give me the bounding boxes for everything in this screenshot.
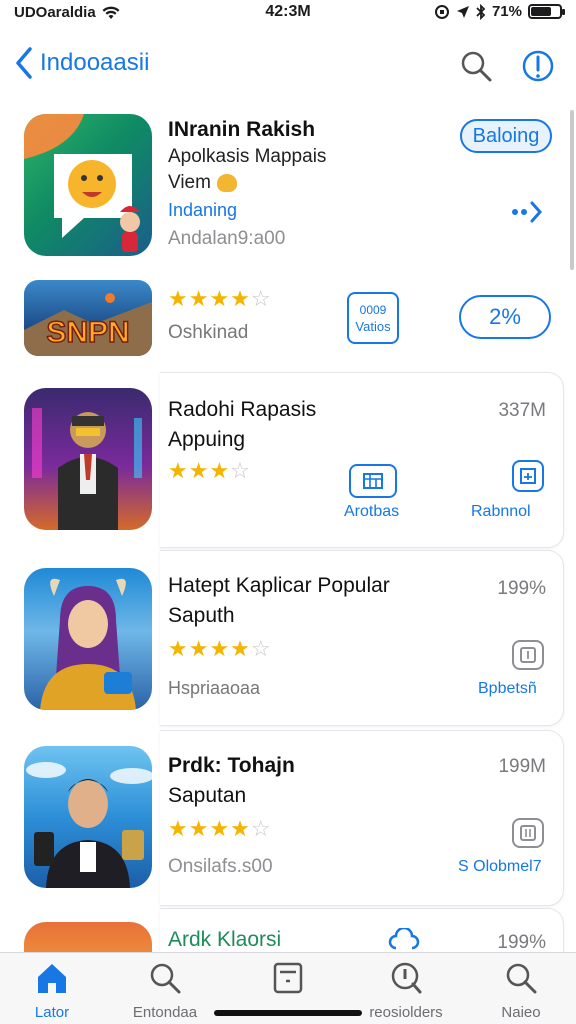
- featured-app-icon: [24, 114, 152, 256]
- tab-search-2[interactable]: Naieo: [466, 961, 576, 1021]
- featured-app[interactable]: INranin Rakish Apolkasis Mappais Viem In…: [0, 112, 576, 262]
- list-item[interactable]: Hatept Kaplicar Popular Saputh ★★★★☆ Hsp…: [0, 550, 576, 728]
- info-icon: [522, 50, 554, 82]
- tab-search[interactable]: Entondaa: [110, 961, 220, 1021]
- more-chevron-icon: [512, 201, 543, 223]
- action-label-1[interactable]: Arotbas: [344, 503, 399, 521]
- banner-mini-button-label: 0009: [359, 302, 387, 317]
- action-button-2[interactable]: [512, 640, 544, 670]
- app-title-line2: Appuing: [168, 428, 246, 451]
- tab-bar: Lator Entondaa reosiolders Naieo: [0, 952, 576, 1024]
- featured-more-button[interactable]: [510, 200, 546, 224]
- app-title-line2: Saputh: [168, 604, 235, 627]
- rating-stars: ★★★☆: [168, 458, 251, 483]
- tab-info[interactable]: reosiolders: [351, 961, 461, 1021]
- hijab-character-icon: [40, 578, 136, 710]
- banner-image: SNPN: [24, 280, 152, 356]
- app-size: 199%: [497, 578, 546, 599]
- action-label-2[interactable]: Bpbetsñ: [478, 680, 537, 698]
- app-size: 337M: [498, 400, 546, 421]
- app-meta: Hspriaaoaa: [168, 678, 261, 698]
- lock-rotation-icon: [434, 4, 449, 19]
- action-label-2[interactable]: S Olobmel7: [458, 858, 542, 876]
- man-phone-icon: [26, 762, 152, 888]
- app-icon: [24, 922, 152, 952]
- banner-mini-button-sub: Vatios: [355, 318, 391, 334]
- banner-mini-button[interactable]: 0009 Vatios: [347, 292, 399, 344]
- chevron-left-icon: [16, 47, 32, 79]
- back-label: Indooaasii: [40, 49, 150, 76]
- action-button-2[interactable]: [512, 818, 544, 848]
- action-button-2[interactable]: [512, 460, 544, 492]
- action-button-1[interactable]: [349, 464, 397, 498]
- character-art-icon: [32, 408, 142, 530]
- search-icon: [150, 963, 181, 994]
- tab-label: Naieo: [501, 1004, 541, 1021]
- featured-meta: Andalan9:a00: [168, 228, 286, 249]
- bluetooth-icon: [476, 3, 486, 20]
- status-bar: UDOaraldia 42:3M 71%: [0, 0, 576, 28]
- featured-title: INranin Rakish: [168, 118, 316, 141]
- banner-stars: ★★★★☆: [168, 286, 272, 311]
- app-meta: Onsilafs.s00: [168, 856, 273, 877]
- banner-logo-text: SNPN: [46, 316, 129, 349]
- rating-stars: ★★★★☆: [168, 816, 272, 841]
- tab-browse[interactable]: [233, 961, 343, 1004]
- list-item[interactable]: Prdk: Tohajn Saputan ★★★★☆ Onsilafs.s00 …: [0, 728, 576, 906]
- search-button[interactable]: [458, 48, 494, 84]
- featured-get-button[interactable]: Baloing: [460, 119, 552, 153]
- nav-bar: Indooaasii: [0, 40, 576, 96]
- featured-subtitle-1: Apolkasis Mappais: [168, 146, 327, 167]
- tab-home[interactable]: Lator: [0, 961, 107, 1021]
- app-title-line1: Radohi Rapasis: [168, 398, 317, 421]
- app-title-line1: Ardk Klaorsi: [168, 928, 282, 951]
- app-icon: [24, 746, 152, 888]
- featured-subtitle-2-wrap: Viem: [168, 172, 237, 194]
- app-title-line2: Saputan: [168, 784, 247, 807]
- banner-row[interactable]: SNPN ★★★★☆ Oshkinad 0009 Vatios 2%: [0, 278, 576, 358]
- document-icon: [520, 647, 536, 663]
- app-title-line1: Hatept Kaplicar Popular: [168, 574, 390, 597]
- banner-label: Oshkinad: [168, 322, 249, 343]
- search-icon: [461, 51, 492, 82]
- app-icon: [24, 568, 152, 710]
- tab-label: Entondaa: [132, 1004, 198, 1021]
- battery-icon: [528, 4, 565, 19]
- home-icon: [38, 964, 66, 993]
- featured-subtitle-2: Viem: [168, 172, 211, 193]
- calendar-icon: [363, 473, 383, 489]
- app-title-line1: Prdk: Tohajn: [168, 754, 295, 777]
- banner-pill-button[interactable]: 2%: [459, 295, 551, 339]
- app-size: 199M: [498, 756, 546, 777]
- battery-percent: 71%: [491, 3, 522, 20]
- back-button[interactable]: Indooaasii: [14, 46, 149, 80]
- home-indicator[interactable]: [214, 1010, 362, 1016]
- rating-stars: ★★★★☆: [168, 636, 272, 661]
- banner-art-icon: SNPN: [24, 293, 152, 356]
- app-icon: [24, 388, 152, 530]
- search-icon: [506, 963, 537, 994]
- list-item[interactable]: Radohi Rapasis Appuing ★★★☆ 337M Arotbas…: [0, 372, 576, 550]
- tab-label: Lator: [34, 1004, 70, 1021]
- document-icon: [520, 468, 536, 484]
- info-icon: [391, 962, 422, 994]
- featured-category[interactable]: Indaning: [168, 200, 237, 221]
- location-icon: [456, 5, 469, 18]
- chat-mascot-icon: [24, 114, 140, 252]
- browse-icon: [273, 962, 303, 994]
- list-item[interactable]: Ardk Klaorsi 199%: [0, 906, 576, 952]
- action-label-2[interactable]: Rabnnol: [471, 503, 531, 521]
- heart-emoji-icon: [216, 174, 237, 192]
- tab-label: reosiolders: [369, 1004, 443, 1021]
- document-icon: [520, 825, 536, 841]
- cloud-download-icon[interactable]: [388, 928, 420, 952]
- app-size: 199%: [497, 932, 546, 952]
- status-right: 71%: [434, 3, 565, 20]
- info-button[interactable]: [520, 48, 556, 84]
